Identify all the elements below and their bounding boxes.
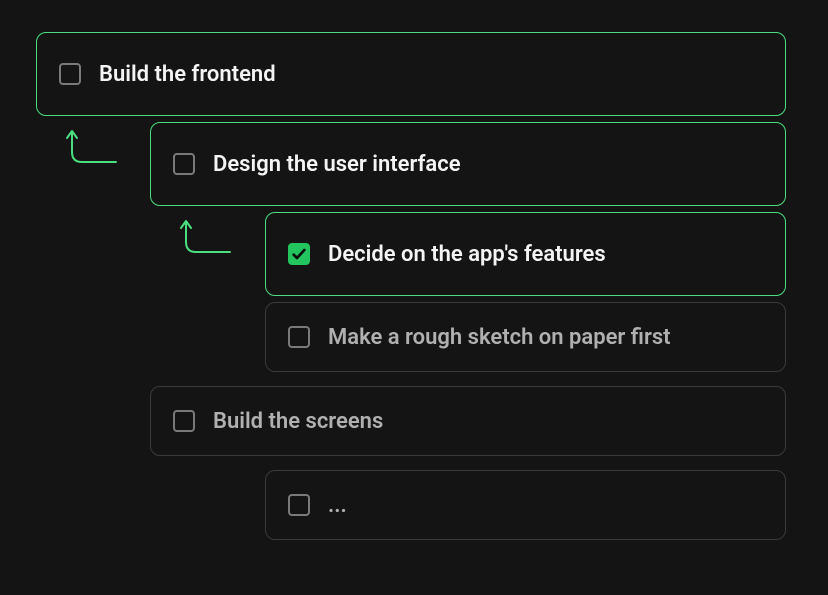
task-tree: Build the frontend Design the user inter…	[0, 0, 828, 595]
checkbox[interactable]	[173, 153, 195, 175]
task-label: Decide on the app's features	[328, 242, 606, 267]
task-design-ui[interactable]: Design the user interface	[150, 122, 786, 206]
task-features[interactable]: Decide on the app's features	[265, 212, 786, 296]
check-icon	[291, 246, 307, 262]
task-label: Design the user interface	[213, 152, 461, 177]
checkbox[interactable]	[288, 494, 310, 516]
parent-arrow-icon	[176, 216, 236, 266]
task-label: Build the screens	[213, 409, 383, 434]
checkbox-checked[interactable]	[288, 243, 310, 265]
task-label: Build the frontend	[99, 62, 276, 87]
task-screens[interactable]: Build the screens	[150, 386, 786, 456]
task-label: ...	[328, 493, 347, 518]
task-sketch[interactable]: Make a rough sketch on paper first	[265, 302, 786, 372]
parent-arrow-icon	[62, 126, 122, 176]
checkbox[interactable]	[288, 326, 310, 348]
task-build-frontend[interactable]: Build the frontend	[36, 32, 786, 116]
task-label: Make a rough sketch on paper first	[328, 325, 671, 350]
task-more[interactable]: ...	[265, 470, 786, 540]
checkbox[interactable]	[59, 63, 81, 85]
checkbox[interactable]	[173, 410, 195, 432]
